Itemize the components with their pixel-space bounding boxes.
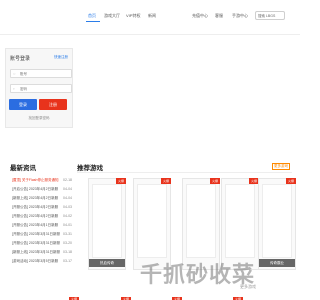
game-thumbnail [137, 184, 167, 258]
news-item[interactable]: [置顶] 关于Flash停止服务通知 02-18 [12, 177, 72, 183]
game-thumbnail [262, 184, 292, 258]
nav-item-mobile[interactable]: 手游中心 [232, 13, 248, 19]
nav-active-underline [86, 21, 100, 22]
game-thumbnail [225, 184, 255, 258]
more-games-button[interactable]: 更多游戏 [272, 163, 290, 170]
password-input[interactable] [20, 86, 68, 92]
hot-badge: 火爆 [160, 178, 171, 184]
news-item[interactable]: [开服公告] 2023年4月2日新服 04-03 [12, 204, 72, 210]
news-item[interactable]: [开服公告] 2023年4月2日新服 04-02 [12, 213, 72, 219]
news-item[interactable]: [开服公告] 2023年3月31日新服 03-31 [12, 231, 72, 237]
password-field[interactable]: ▫ [10, 84, 72, 93]
account-input[interactable] [20, 71, 68, 77]
hot-badge: 火爆 [285, 178, 296, 184]
news-item[interactable]: [开服公告] 2023年4月1日新服 04-01 [12, 222, 72, 228]
hot-badge: 火爆 [209, 178, 220, 184]
nav-item-home[interactable]: 首页 [88, 13, 96, 19]
nav-divider [0, 34, 300, 35]
nav-item-news[interactable]: 新闻 [148, 13, 156, 19]
user-icon: ◌ [13, 71, 16, 76]
game-thumbnail [186, 184, 216, 258]
game-name[interactable]: 热血传奇 [89, 259, 125, 267]
news-item[interactable]: [开启公告] 2023年4月2日新服 04-04 [12, 186, 72, 192]
lock-icon: ▫ [13, 86, 15, 91]
nav-item-vip[interactable]: VIP特权 [126, 13, 140, 19]
games-section-title: 推荐游戏 [77, 165, 103, 172]
forgot-password-link[interactable]: 找回登录密码 [0, 116, 78, 121]
register-button[interactable]: 注册 [39, 99, 67, 110]
nav-item-recharge[interactable]: 充值中心 [192, 13, 208, 19]
watermark-logo: 千抓砂收菜 [140, 262, 256, 287]
top-nav: 首页 游戏大厅 VIP特权 新闻 充值中心 客服 手游中心 搜索 LBGS [0, 0, 300, 34]
news-item[interactable]: [游戏活动] 2023年3月5日新服 03-17 [12, 258, 72, 264]
game-name[interactable]: 传奇霸业 [259, 259, 295, 267]
news-item[interactable]: [开服公告] 2023年3月31日新服 03-20 [12, 240, 72, 246]
more-games-footer-link[interactable]: 更多游戏 [240, 284, 256, 290]
news-item[interactable]: [新服上线] 2023年4月2日新服 04-04 [12, 195, 72, 201]
account-field[interactable]: ◌ [10, 69, 72, 78]
game-card[interactable]: 火爆 热血传奇 [88, 178, 126, 270]
login-title: 账号登录 [10, 56, 31, 62]
games-divider [77, 172, 292, 173]
hot-badge: 火爆 [115, 178, 126, 184]
login-button[interactable]: 登录 [9, 99, 37, 110]
game-thumbnail [92, 184, 122, 258]
game-card[interactable]: 火爆 传奇霸业 [258, 178, 296, 270]
news-item[interactable]: [新服上线] 2023年3月31日新服 03-18 [12, 249, 72, 255]
search-input[interactable]: 搜索 LBGS [255, 11, 285, 20]
nav-item-service[interactable]: 客服 [215, 13, 223, 19]
news-section-title: 最新资讯 [10, 165, 36, 172]
quick-register-link[interactable]: 快速注册 [54, 55, 68, 60]
nav-item-game-hall[interactable]: 游戏大厅 [104, 13, 120, 19]
